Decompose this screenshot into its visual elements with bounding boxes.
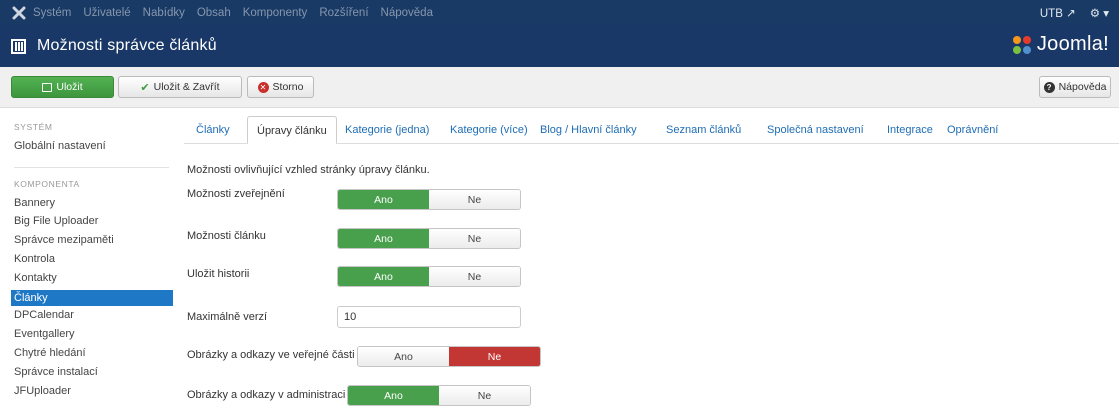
tab-article-list[interactable]: Seznam článků [666,116,741,144]
images-links-admin-no[interactable]: Ne [439,386,530,405]
sidebar-item-contacts[interactable]: Kontakty [14,272,174,284]
save-history-no[interactable]: Ne [429,267,520,286]
sidebar-item-check[interactable]: Kontrola [14,253,174,265]
sidebar-item-smart-search[interactable]: Chytré hledání [14,347,174,359]
site-link[interactable]: UTB ↗ [1040,6,1076,20]
field-label-save-history: Uložit historii [187,268,250,280]
options-tabs: Články Úpravy článku Kategorie (jedna) K… [184,116,1119,144]
joomla-logo-icon[interactable] [11,5,27,21]
cancel-label: Storno [272,81,304,93]
sidebar: SYSTÉM Globální nastavení KOMPONENTA Ban… [0,108,175,412]
help-button[interactable]: ? Nápověda [1039,76,1111,98]
images-links-frontend-toggle: Ano Ne [357,346,541,367]
tab-shared-settings[interactable]: Společná nastavení [767,116,864,144]
page-title: Možnosti správce článků [37,37,217,54]
tab-integration[interactable]: Integrace [887,116,933,144]
publishing-options-yes[interactable]: Ano [338,190,429,209]
sidebar-item-eventgallery[interactable]: Eventgallery [14,328,174,340]
tab-articles[interactable]: Články [196,116,230,144]
settings-dropdown[interactable]: ⚙ ▾ [1090,6,1109,20]
field-label-images-links-admin: Obrázky a odkazy v administraci [187,389,346,401]
external-link-icon: ↗ [1066,7,1076,20]
field-label-article-options: Možnosti článku [187,230,266,242]
images-links-frontend-yes[interactable]: Ano [358,347,449,366]
cancel-icon: ✕ [257,81,269,93]
check-icon: ✔ [140,81,150,94]
sidebar-item-big-file-uploader[interactable]: Big File Uploader [14,215,174,227]
sidebar-item-banners[interactable]: Bannery [14,197,174,209]
sidebar-item-global-config[interactable]: Globální nastavení [14,140,174,152]
images-links-admin-yes[interactable]: Ano [348,386,439,405]
save-label: Uložit [56,81,83,93]
tab-description: Možnosti ovlivňující vzhled stránky úpra… [187,164,430,176]
sidebar-divider [14,167,169,168]
menu-menus[interactable]: Nabídky [143,7,185,19]
save-button[interactable]: Uložit [11,76,114,98]
article-options-no[interactable]: Ne [429,229,520,248]
menu-help[interactable]: Nápověda [381,7,433,19]
images-links-frontend-no[interactable]: Ne [449,347,540,366]
save-history-toggle: Ano Ne [337,266,521,287]
menu-system[interactable]: Systém [33,7,71,19]
tab-category-single[interactable]: Kategorie (jedna) [345,116,429,144]
field-label-max-versions: Maximálně verzí [187,311,268,323]
menu-users[interactable]: Uživatelé [83,7,130,19]
toolbar: Uložit ✔ Uložit & Zavřít ✕ Storno ? Nápo… [0,67,1119,108]
gear-icon: ⚙ [1089,7,1101,20]
site-label: UTB [1039,7,1063,20]
field-label-images-links-frontend: Obrázky a odkazy ve veřejné části [187,349,355,361]
tab-category-multiple[interactable]: Kategorie (více) [450,116,528,144]
sidebar-item-dpcalendar[interactable]: DPCalendar [14,309,174,321]
header-bar: Možnosti správce článků Joomla! [0,25,1119,67]
images-links-admin-toggle: Ano Ne [347,385,531,406]
sidebar-heading-component: KOMPONENTA [14,179,80,189]
sidebar-item-articles[interactable]: Články [11,290,173,306]
tab-editing-layout[interactable]: Úpravy článku [247,116,337,144]
help-icon: ? [1043,81,1055,93]
menu-content[interactable]: Obsah [197,7,231,19]
help-label: Nápověda [1058,81,1107,93]
publishing-options-toggle: Ano Ne [337,189,521,210]
sidebar-item-jfuploader[interactable]: JFUploader [14,385,174,397]
menu-extensions[interactable]: Rozšíření [319,7,368,19]
joomla-brand: Joomla! [1011,33,1109,56]
sidebar-heading-system: SYSTÉM [14,122,53,132]
save-close-button[interactable]: ✔ Uložit & Zavřít [118,76,242,98]
max-versions-input[interactable] [337,306,521,328]
sidebar-item-cache-manager[interactable]: Správce mezipaměti [14,234,174,246]
brand-text: Joomla! [1036,33,1109,55]
save-close-label: Uložit & Zavřít [153,81,220,93]
sidebar-item-installer[interactable]: Správce instalací [14,366,174,378]
joomla-brand-icon [1012,35,1031,54]
field-label-publishing-options: Možnosti zveřejnění [187,188,285,200]
save-icon [42,82,53,92]
publishing-options-no[interactable]: Ne [429,190,520,209]
tab-blog-featured[interactable]: Blog / Hlavní články [540,116,637,144]
save-history-yes[interactable]: Ano [338,267,429,286]
tab-permissions[interactable]: Oprávnění [947,116,998,144]
options-icon [11,38,26,54]
top-menubar: Systém Uživatelé Nabídky Obsah Komponent… [0,0,1119,25]
menu-components[interactable]: Komponenty [243,7,308,19]
article-options-toggle: Ano Ne [337,228,521,249]
article-options-yes[interactable]: Ano [338,229,429,248]
caret-down-icon: ▾ [1103,7,1109,20]
cancel-button[interactable]: ✕ Storno [247,76,314,98]
